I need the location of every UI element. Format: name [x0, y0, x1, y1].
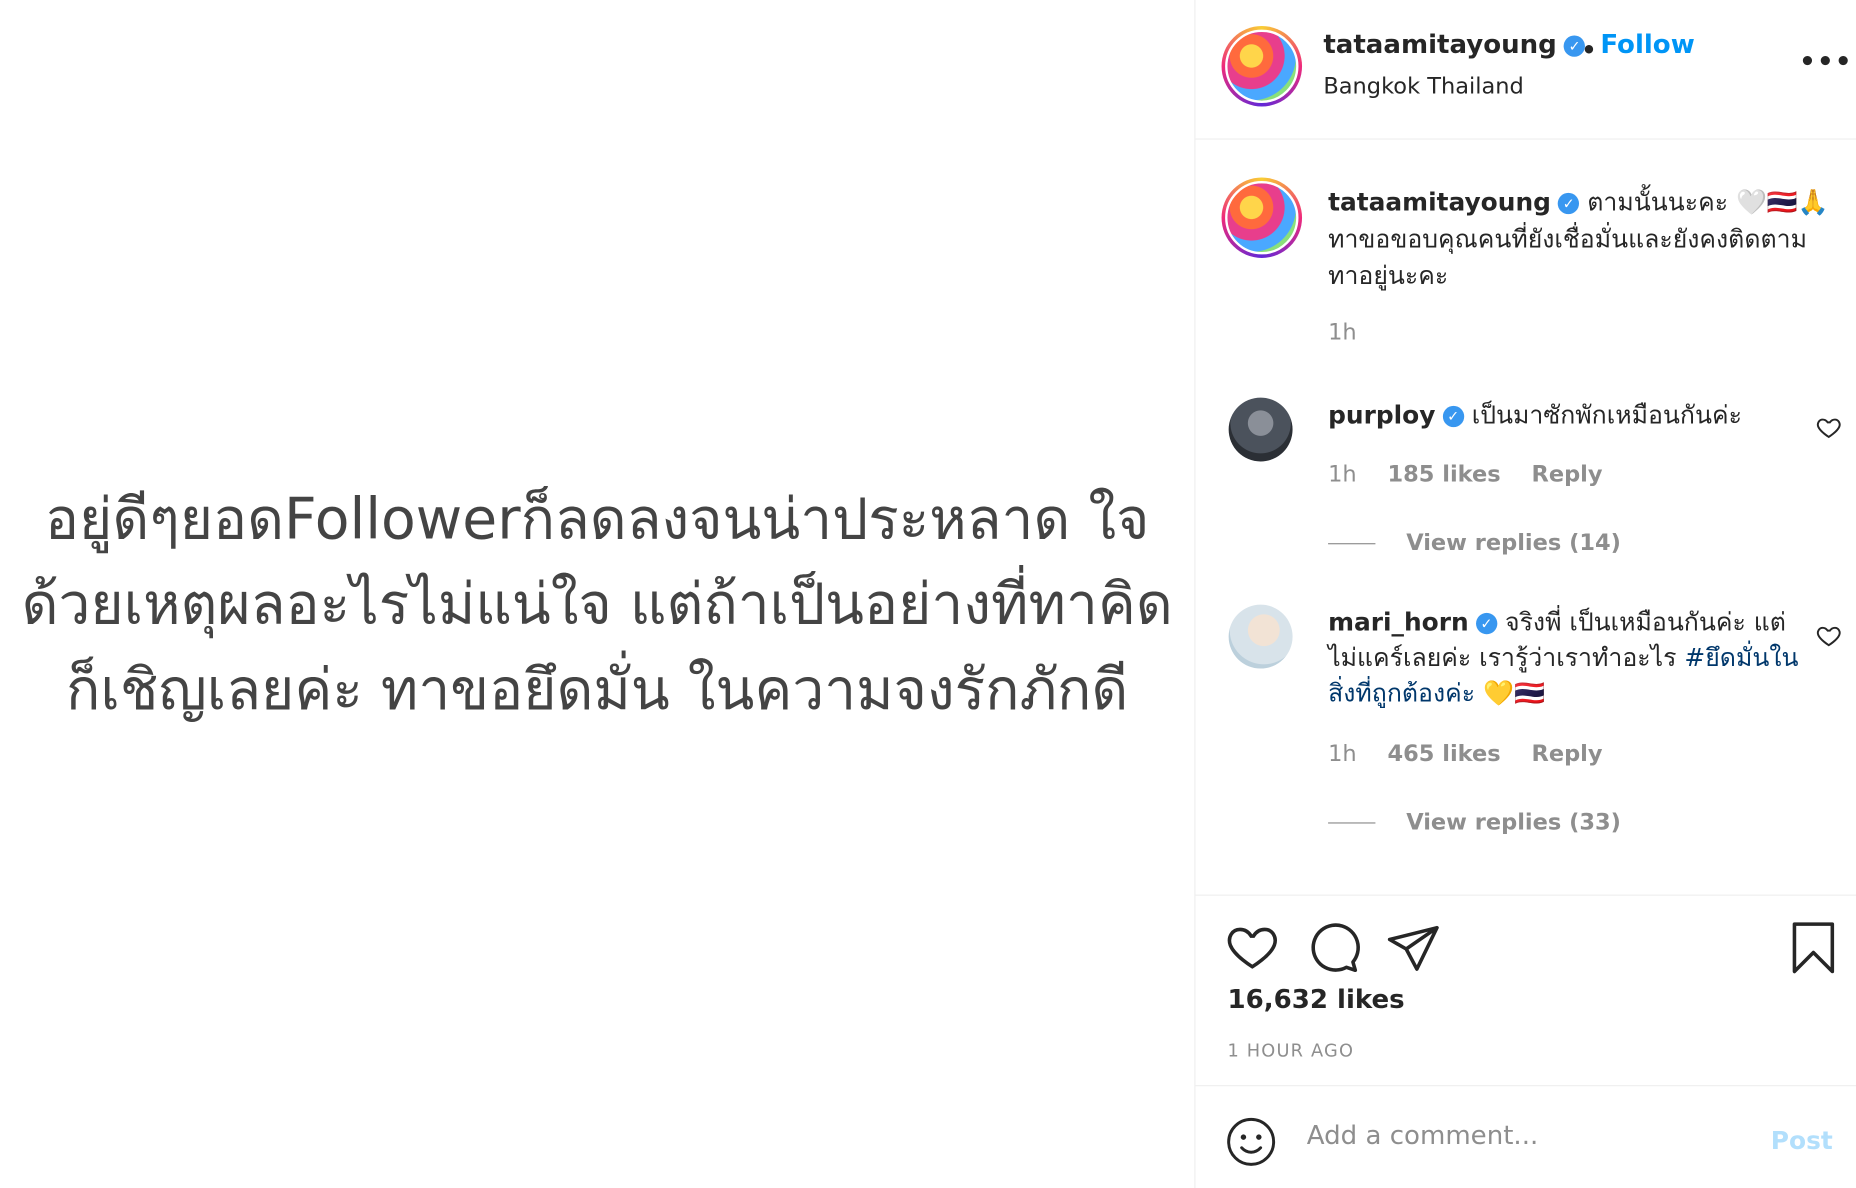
emoji-icon[interactable] — [1226, 1117, 1276, 1167]
author-username[interactable]: tataamitayoung — [1323, 31, 1556, 61]
comment-likes[interactable]: 185 likes — [1387, 461, 1500, 487]
post-side-panel: tataamitayoung ✓ • Follow Bangkok Thailan… — [1194, 0, 1856, 1188]
post-timestamp[interactable]: 1 HOUR AGO — [1227, 1040, 1354, 1061]
more-options-icon[interactable]: ••• — [1799, 47, 1852, 77]
like-comment-heart-icon[interactable] — [1816, 622, 1842, 648]
post-image[interactable]: อยู่ดีๆยอดFollowerก็ลดลงจนน่าประหลาด ใจ … — [0, 0, 1195, 1188]
comment-meta: 1h 465 likes Reply — [1328, 741, 1602, 767]
comments-list[interactable]: tataamitayoung ✓ ตามนั้นนะคะ 🤍🇹🇭🙏 ทาขอขอบ… — [1195, 140, 1856, 896]
caption-author-avatar-image — [1225, 181, 1299, 255]
save-bookmark-icon[interactable] — [1785, 919, 1842, 976]
post-like-count[interactable]: 16,632 likes — [1227, 986, 1404, 1016]
add-comment-bar: Post — [1196, 1086, 1856, 1188]
comment-time[interactable]: 1h — [1328, 461, 1357, 487]
comment-text: เป็นมาซักพักเหมือนกันค่ะ — [1471, 401, 1742, 430]
verified-badge-icon: ✓ — [1475, 612, 1498, 635]
caption-username[interactable]: tataamitayoung — [1328, 188, 1551, 216]
view-replies-button[interactable]: View replies (14) — [1328, 530, 1621, 556]
post-location[interactable]: Bangkok Thailand — [1323, 73, 1523, 99]
caption-author-avatar[interactable] — [1221, 177, 1303, 258]
author-avatar[interactable] — [1221, 26, 1303, 107]
author-avatar-image — [1225, 29, 1299, 103]
instagram-post-window: อยู่ดีๆยอดFollowerก็ลดลงจนน่าประหลาด ใจ … — [0, 0, 1856, 1188]
view-replies-button[interactable]: View replies (33) — [1328, 809, 1621, 835]
replies-divider-line — [1328, 543, 1376, 545]
post-header: tataamitayoung ✓ • Follow Bangkok Thailan… — [1195, 0, 1856, 140]
comment-mari-horn: mari_horn ✓ จริงพี่ เป็นเหมือนกันค่ะ แต่ไ… — [1328, 605, 1801, 711]
follow-button[interactable]: Follow — [1600, 31, 1694, 61]
post-image-line: ก็เชิญเลยค่ะ ทาขอยึดมั่น ในความจงรักภักด… — [66, 656, 1129, 723]
reply-button[interactable]: Reply — [1532, 741, 1603, 767]
reply-button[interactable]: Reply — [1532, 461, 1603, 487]
share-paper-plane-icon[interactable] — [1385, 919, 1442, 976]
author-username-row: tataamitayoung ✓ — [1323, 31, 1586, 61]
post-image-line: อยู่ดีๆยอดFollowerก็ลดลงจนน่าประหลาด ใจ — [44, 486, 1150, 553]
caption: tataamitayoung ✓ ตามนั้นนะคะ 🤍🇹🇭🙏 ทาขอขอบ… — [1328, 185, 1837, 295]
post-actions: 16,632 likes 1 HOUR AGO — [1195, 896, 1856, 1087]
comment-likes[interactable]: 465 likes — [1387, 741, 1500, 767]
comment-meta: 1h 185 likes Reply — [1328, 461, 1602, 487]
like-comment-heart-icon[interactable] — [1816, 414, 1842, 440]
comment-purploy: purploy ✓ เป็นมาซักพักเหมือนกันค่ะ — [1328, 398, 1801, 433]
post-image-text: อยู่ดีๆยอดFollowerก็ลดลงจนน่าประหลาด ใจ … — [0, 477, 1194, 733]
post-image-line: ด้วยเหตุผลอะไรไม่แน่ใจ แต่ถ้าเป็นอย่างที… — [21, 571, 1173, 638]
caption-time[interactable]: 1h — [1328, 319, 1357, 345]
like-heart-icon[interactable] — [1224, 919, 1281, 976]
commenter-avatar-purploy[interactable] — [1228, 397, 1293, 462]
separator-dot: • — [1581, 35, 1597, 64]
comment-emoji: 💛🇹🇭 — [1482, 679, 1545, 708]
comment-username[interactable]: purploy — [1328, 401, 1435, 429]
verified-badge-icon: ✓ — [1558, 192, 1580, 215]
verified-badge-icon: ✓ — [1442, 405, 1464, 428]
replies-divider-line — [1328, 822, 1376, 824]
caption-meta: 1h — [1328, 319, 1357, 345]
post-comment-button[interactable]: Post — [1771, 1126, 1833, 1154]
comment-username[interactable]: mari_horn — [1328, 608, 1469, 636]
comment-bubble-icon[interactable] — [1304, 919, 1361, 976]
view-replies-label: View replies (14) — [1406, 530, 1621, 557]
view-replies-label: View replies (33) — [1406, 809, 1621, 836]
commenter-avatar-mari-horn[interactable] — [1228, 604, 1293, 669]
comment-time[interactable]: 1h — [1328, 741, 1357, 767]
comment-input[interactable] — [1306, 1121, 1733, 1152]
